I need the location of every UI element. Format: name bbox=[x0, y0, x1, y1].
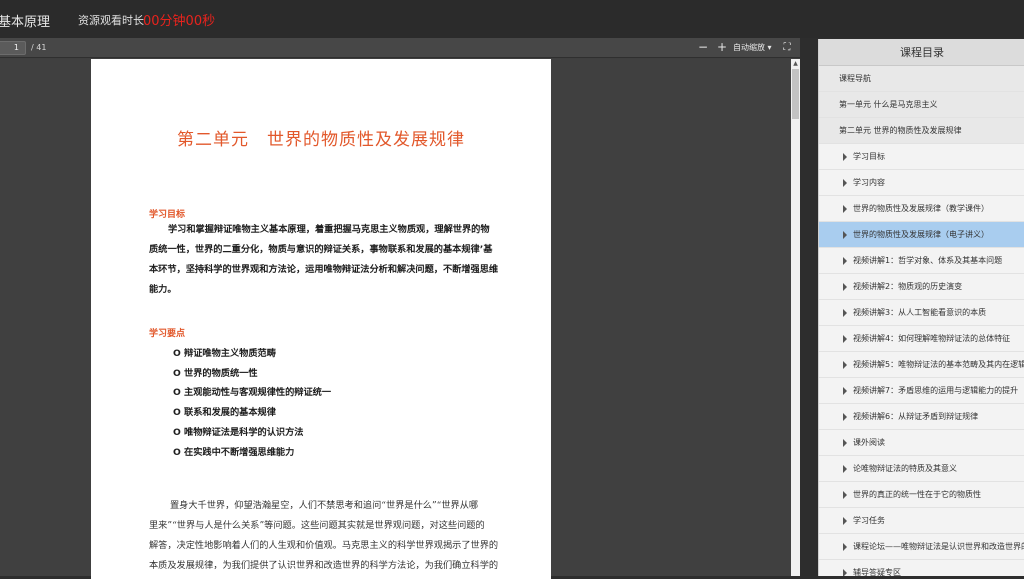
caret-right-icon bbox=[843, 257, 847, 265]
pdf-toolbar: 1 / 41 − + 自动缩放 ▾ ⛶ bbox=[0, 38, 800, 58]
objectives-paragraph: 学习和掌握辩证唯物主义基本原理，着重把握马克思主义物质观，理解世界的物 质统一性… bbox=[149, 220, 504, 300]
outline-item-label: 学习任务 bbox=[853, 516, 885, 525]
caret-right-icon bbox=[843, 309, 847, 317]
outline-item[interactable]: 视频讲解4：如何理解唯物辩证法的总体特征 bbox=[819, 326, 1024, 352]
outline-item[interactable]: 世界的物质性及发展规律（电子讲义） bbox=[819, 222, 1024, 248]
caret-right-icon bbox=[843, 543, 847, 551]
caret-right-icon bbox=[843, 517, 847, 525]
body-line: 置身大千世界，仰望浩瀚星空，人们不禁思考和追问“世界是什么”“世界从哪 bbox=[170, 500, 479, 511]
outline-item-label: 学习目标 bbox=[853, 152, 885, 161]
caret-right-icon bbox=[843, 387, 847, 395]
course-outline-sidebar: 课程目录 课程导航第一单元 什么是马克思主义第二单元 世界的物质性及发展规律学习… bbox=[818, 39, 1024, 576]
outline-item-label: 视频讲解3：从人工智能看意识的本质 bbox=[853, 308, 987, 317]
outline-item[interactable]: 视频讲解3：从人工智能看意识的本质 bbox=[819, 300, 1024, 326]
point-item: O 唯物辩证法是科学的认识方法 bbox=[173, 427, 304, 438]
page-total: / 41 bbox=[31, 43, 47, 52]
outline-title: 课程目录 bbox=[819, 39, 1024, 66]
point-item: O 世界的物质统一性 bbox=[173, 368, 258, 379]
outline-item[interactable]: 视频讲解1：哲学对象、体系及其基本问题 bbox=[819, 248, 1024, 274]
caret-right-icon bbox=[843, 491, 847, 499]
body-paragraph: 置身大千世界，仰望浩瀚星空，人们不禁思考和追问“世界是什么”“世界从哪 里来”“… bbox=[149, 496, 509, 576]
vertical-scrollbar[interactable]: ▲ bbox=[791, 59, 800, 576]
outline-item-label: 辅导答疑专区 bbox=[853, 568, 901, 576]
outline-item[interactable]: 视频讲解7：矛盾思维的运用与逻辑能力的提升 bbox=[819, 378, 1024, 404]
scrollbar-thumb[interactable] bbox=[792, 69, 799, 119]
outline-item[interactable]: 辅导答疑专区 bbox=[819, 560, 1024, 576]
outline-item-label: 课程导航 bbox=[839, 74, 871, 83]
outline-item-label: 视频讲解1：哲学对象、体系及其基本问题 bbox=[853, 256, 1003, 265]
caret-right-icon bbox=[843, 153, 847, 161]
unit-title: 第二单元 世界的物质性及发展规律 bbox=[177, 130, 465, 150]
caret-right-icon bbox=[843, 283, 847, 291]
point-item: O 辩证唯物主义物质范畴 bbox=[173, 348, 276, 359]
zoom-in-button[interactable]: + bbox=[715, 41, 729, 55]
body-line: 本质及发展规律，为我们提供了认识世界和改造世界的科学方法论，为我们确立科学的 bbox=[149, 560, 499, 571]
outline-item-label: 论唯物辩证法的特质及其意义 bbox=[853, 464, 957, 473]
objectives-line: 能力。 bbox=[149, 284, 177, 295]
outline-item-label: 世界的物质性及发展规律（电子讲义） bbox=[853, 230, 989, 239]
outline-item[interactable]: 课程论坛——唯物辩证法是认识世界和改造世界的 bbox=[819, 534, 1024, 560]
points-heading: 学习要点 bbox=[149, 329, 186, 339]
top-bar: 基本原理 资源观看时长 00分钟00秒 bbox=[0, 0, 1024, 38]
outline-item-label: 学习内容 bbox=[853, 178, 885, 187]
outline-item[interactable]: 学习内容 bbox=[819, 170, 1024, 196]
outline-item[interactable]: 学习任务 bbox=[819, 508, 1024, 534]
caret-right-icon bbox=[843, 179, 847, 187]
body-line: 里来”“世界与人是什么关系”等问题。这些问题其实就是世界观问题，对这些问题的 bbox=[149, 520, 485, 531]
outline-item-label: 课外阅读 bbox=[853, 438, 885, 447]
outline-item-label: 世界的物质性及发展规律（教学课件） bbox=[853, 204, 989, 213]
point-item: O 在实践中不断增强思维能力 bbox=[173, 447, 295, 458]
zoom-out-button[interactable]: − bbox=[696, 41, 710, 55]
watch-time-value: 00分钟00秒 bbox=[143, 14, 216, 29]
outline-item[interactable]: 视频讲解5：唯物辩证法的基本范畴及其内在逻辑 bbox=[819, 352, 1024, 378]
caret-right-icon bbox=[843, 231, 847, 239]
outline-item[interactable]: 论唯物辩证法的特质及其意义 bbox=[819, 456, 1024, 482]
course-title: 基本原理 bbox=[0, 15, 51, 30]
document-page: 第二单元 世界的物质性及发展规律 学习目标 学习和掌握辩证唯物主义基本原理，着重… bbox=[91, 59, 551, 579]
outline-item[interactable]: 课外阅读 bbox=[819, 430, 1024, 456]
outline-item[interactable]: 课程导航 bbox=[819, 66, 1024, 92]
objectives-line: 质统一性，世界的二重分化，物质与意识的辩证关系，事物联系和发展的基本规律’基 bbox=[149, 244, 493, 255]
caret-right-icon bbox=[843, 335, 847, 343]
caret-right-icon bbox=[843, 569, 847, 576]
objectives-line: 学习和掌握辩证唯物主义基本原理，着重把握马克思主义物质观，理解世界的物 bbox=[168, 224, 490, 235]
outline-item-label: 视频讲解4：如何理解唯物辩证法的总体特征 bbox=[853, 334, 1011, 343]
fullscreen-icon[interactable]: ⛶ bbox=[780, 41, 794, 55]
point-item: O 联系和发展的基本规律 bbox=[173, 407, 276, 418]
outline-item[interactable]: 第二单元 世界的物质性及发展规律 bbox=[819, 118, 1024, 144]
outline-item-label: 课程论坛——唯物辩证法是认识世界和改造世界的 bbox=[853, 542, 1024, 551]
outline-item[interactable]: 世界的真正的统一性在于它的物质性 bbox=[819, 482, 1024, 508]
caret-right-icon bbox=[843, 465, 847, 473]
caret-right-icon bbox=[843, 413, 847, 421]
outline-item[interactable]: 学习目标 bbox=[819, 144, 1024, 170]
outline-item[interactable]: 视频讲解2：物质观的历史演变 bbox=[819, 274, 1024, 300]
outline-item-label: 第一单元 什么是马克思主义 bbox=[839, 100, 938, 109]
caret-right-icon bbox=[843, 361, 847, 369]
outline-item[interactable]: 视频讲解6：从辩证矛盾到辩证规律 bbox=[819, 404, 1024, 430]
point-item: O 主观能动性与客观规律性的辩证统一 bbox=[173, 387, 332, 398]
objectives-heading: 学习目标 bbox=[149, 210, 186, 220]
watch-time-label: 资源观看时长 bbox=[78, 14, 144, 27]
body-line: 解答，决定性地影响着人们的人生观和价值观。马克思主义的科学世界观揭示了世界的 bbox=[149, 540, 499, 551]
outline-item-label: 视频讲解2：物质观的历史演变 bbox=[853, 282, 963, 291]
outline-item[interactable]: 第一单元 什么是马克思主义 bbox=[819, 92, 1024, 118]
zoom-select[interactable]: 自动缩放 ▾ bbox=[733, 42, 772, 53]
caret-right-icon bbox=[843, 205, 847, 213]
outline-item-label: 视频讲解5：唯物辩证法的基本范畴及其内在逻辑 bbox=[853, 360, 1024, 369]
outline-item-label: 世界的真正的统一性在于它的物质性 bbox=[853, 490, 981, 499]
objectives-line: 本环节，坚持科学的世界观和方法论，运用唯物辩证法分析和解决问题，不断增强思维 bbox=[149, 264, 499, 275]
outline-item-label: 第二单元 世界的物质性及发展规律 bbox=[839, 126, 962, 135]
outline-item-label: 视频讲解6：从辩证矛盾到辩证规律 bbox=[853, 412, 979, 421]
page-number-input[interactable]: 1 bbox=[0, 41, 26, 55]
outline-item[interactable]: 世界的物质性及发展规律（教学课件） bbox=[819, 196, 1024, 222]
outline-item-label: 视频讲解7：矛盾思维的运用与逻辑能力的提升 bbox=[853, 386, 1019, 395]
caret-right-icon bbox=[843, 439, 847, 447]
scroll-up-icon[interactable]: ▲ bbox=[791, 59, 800, 68]
